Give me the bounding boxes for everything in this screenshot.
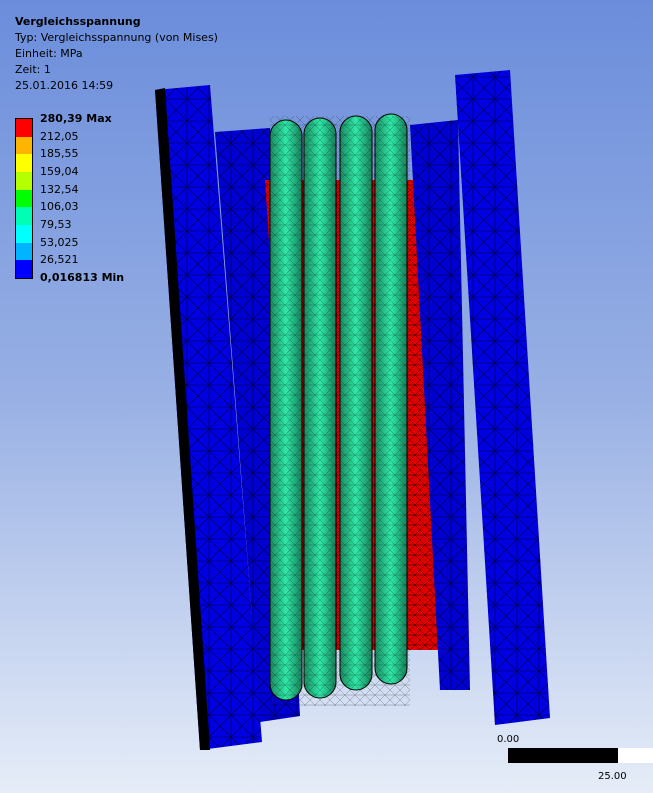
result-info: Vergleichsspannung Typ: Vergleichsspannu… bbox=[15, 14, 218, 94]
coils bbox=[269, 113, 410, 706]
legend-band bbox=[16, 242, 32, 261]
legend-label: 212,05 bbox=[40, 129, 79, 143]
legend-label: 280,39 Max bbox=[40, 112, 112, 125]
legend-label: 132,54 bbox=[40, 182, 79, 196]
scale-start: 0.00 bbox=[497, 734, 520, 745]
legend-label: 106,03 bbox=[40, 200, 79, 214]
result-time: Zeit: 1 bbox=[15, 63, 51, 76]
legend-label: 185,55 bbox=[40, 147, 79, 161]
result-type: Typ: Vergleichsspannung (von Mises) bbox=[15, 31, 218, 44]
result-date: 25.01.2016 14:59 bbox=[15, 79, 114, 92]
legend-band bbox=[16, 189, 32, 208]
legend-band bbox=[16, 260, 32, 278]
legend-label: 0,016813 Min bbox=[40, 271, 125, 285]
result-unit: Einheit: MPa bbox=[15, 47, 83, 60]
viewport[interactable]: Vergleichsspannung Typ: Vergleichsspannu… bbox=[0, 0, 653, 793]
legend-label: 53,025 bbox=[40, 235, 79, 249]
legend-band bbox=[16, 154, 32, 172]
legend-label: 79,53 bbox=[40, 218, 72, 232]
legend-label: 26,521 bbox=[40, 253, 79, 267]
scale-bar bbox=[508, 748, 653, 763]
result-title: Vergleichsspannung bbox=[15, 15, 141, 28]
legend-band bbox=[16, 224, 32, 243]
legend-label: 159,04 bbox=[40, 165, 79, 178]
legend-band bbox=[16, 119, 32, 137]
scale-end: 25.00 bbox=[598, 771, 627, 782]
color-legend bbox=[15, 118, 33, 279]
legend-band bbox=[16, 171, 32, 190]
legend-band bbox=[16, 207, 32, 225]
legend-band bbox=[16, 136, 32, 155]
